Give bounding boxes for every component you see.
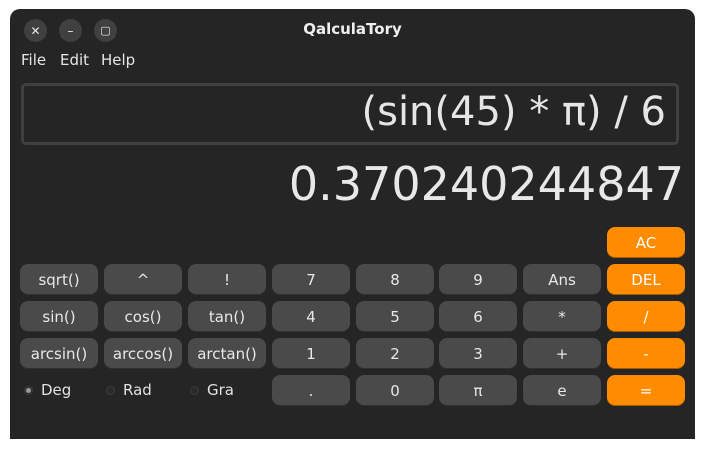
expression-input[interactable]: (sin(45) * π) / 6 [21,83,679,145]
pi-button[interactable]: π [439,375,517,406]
deg-label: Deg [41,381,72,399]
rad-radio-icon[interactable] [106,385,115,395]
multiply-button[interactable]: * [523,301,601,332]
angle-rad-option[interactable]: Rad [106,379,152,401]
arcsin-button[interactable]: arcsin() [20,338,98,369]
delete-button[interactable]: DEL [607,264,685,295]
add-button[interactable]: + [523,338,601,369]
window-title: QalculaTory [303,20,402,38]
menu-file[interactable]: File [21,51,46,69]
digit-5-button[interactable]: 5 [356,301,434,332]
power-button[interactable]: ^ [104,264,182,295]
digit-3-button[interactable]: 3 [439,338,517,369]
divide-button[interactable]: / [607,301,685,332]
factorial-button[interactable]: ! [188,264,266,295]
gra-radio-icon[interactable] [190,385,199,395]
cos-button[interactable]: cos() [104,301,182,332]
digit-0-button[interactable]: 0 [356,375,434,406]
deg-radio-icon[interactable] [24,385,33,395]
angle-deg-option[interactable]: Deg [24,379,71,401]
all-clear-button[interactable]: AC [607,227,685,258]
menu-help[interactable]: Help [101,51,135,69]
menu-edit[interactable]: Edit [60,51,89,69]
subtract-button[interactable]: - [607,338,685,369]
angle-gra-option[interactable]: Gra [190,379,234,401]
ans-button[interactable]: Ans [523,264,601,295]
euler-button[interactable]: e [523,375,601,406]
arctan-button[interactable]: arctan() [188,338,266,369]
digit-7-button[interactable]: 7 [272,264,350,295]
arccos-button[interactable]: arccos() [104,338,182,369]
digit-1-button[interactable]: 1 [272,338,350,369]
calculator-window: ✕ – ▢ QalculaTory File Edit Help (sin(45… [10,9,695,439]
digit-6-button[interactable]: 6 [439,301,517,332]
digit-4-button[interactable]: 4 [272,301,350,332]
sqrt-button[interactable]: sqrt() [20,264,98,295]
title-bar[interactable]: ✕ – ▢ QalculaTory [10,9,695,51]
gra-label: Gra [207,381,234,399]
digit-8-button[interactable]: 8 [356,264,434,295]
expression-text: (sin(45) * π) / 6 [361,89,667,135]
sin-button[interactable]: sin() [20,301,98,332]
tan-button[interactable]: tan() [188,301,266,332]
result-display: 0.370240244847 [288,157,684,211]
decimal-point-button[interactable]: . [272,375,350,406]
rad-label: Rad [123,381,152,399]
equals-button[interactable]: = [607,375,685,406]
digit-2-button[interactable]: 2 [356,338,434,369]
digit-9-button[interactable]: 9 [439,264,517,295]
